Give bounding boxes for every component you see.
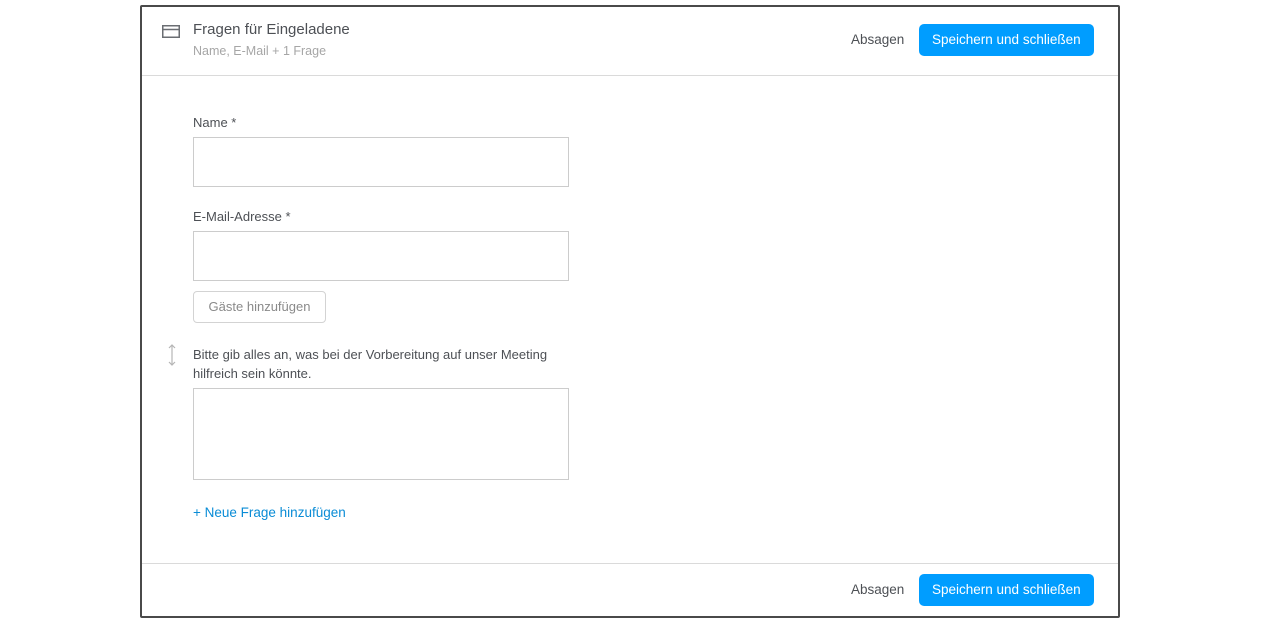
- panel-title: Fragen für Eingeladene: [193, 21, 350, 38]
- card-icon: [162, 23, 180, 39]
- footer-cancel-button[interactable]: Absagen: [851, 574, 904, 606]
- drag-handle-icon[interactable]: [167, 343, 177, 367]
- panel-footer: Absagen Speichern und schließen: [142, 563, 1118, 616]
- panel-subtitle: Name, E-Mail + 1 Frage: [193, 44, 327, 58]
- panel-header: Fragen für Eingeladene Name, E-Mail + 1 …: [142, 7, 1118, 76]
- footer-save-button[interactable]: Speichern und schließen: [919, 574, 1094, 606]
- email-input[interactable]: [193, 231, 569, 281]
- name-label: Name *: [193, 115, 237, 130]
- add-question-link[interactable]: + Neue Frage hinzufügen: [193, 505, 346, 520]
- email-label: E-Mail-Adresse *: [193, 209, 291, 224]
- add-guests-button[interactable]: Gäste hinzufügen: [193, 291, 326, 323]
- invitee-questions-panel: Fragen für Eingeladene Name, E-Mail + 1 …: [140, 5, 1120, 618]
- header-save-button[interactable]: Speichern und schließen: [919, 24, 1094, 56]
- custom-question-textarea[interactable]: [193, 388, 569, 480]
- header-cancel-button[interactable]: Absagen: [851, 24, 904, 56]
- custom-question-label: Bitte gib alles an, was bei der Vorberei…: [193, 347, 548, 381]
- name-input[interactable]: [193, 137, 569, 187]
